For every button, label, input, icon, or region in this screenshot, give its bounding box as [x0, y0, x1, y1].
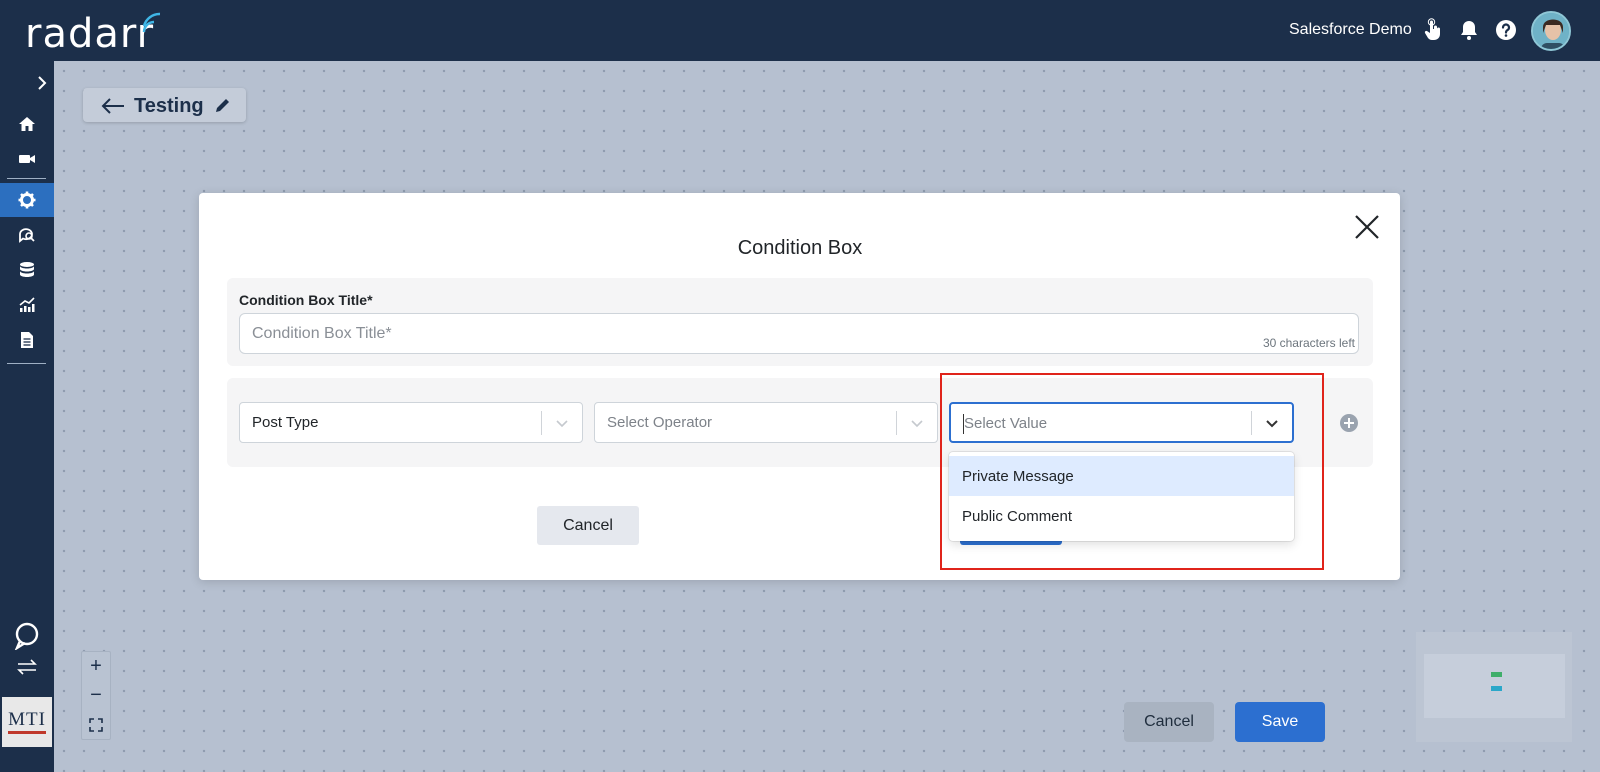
sidebar-item-home[interactable] — [0, 107, 54, 141]
help-icon[interactable] — [1494, 18, 1518, 42]
user-portrait-icon — [1533, 13, 1569, 49]
chars-left-counter: 30 characters left — [1262, 336, 1355, 350]
back-arrow-icon[interactable] — [100, 96, 126, 116]
video-icon — [19, 155, 35, 163]
bell-icon[interactable] — [1457, 18, 1481, 42]
add-condition-icon[interactable] — [1339, 413, 1359, 433]
modal-cancel-button[interactable]: Cancel — [537, 506, 639, 545]
switch-arrows-icon[interactable] — [15, 657, 39, 677]
signal-waves-icon — [142, 12, 161, 33]
sidebar-divider — [7, 178, 46, 179]
field-select[interactable]: Post Type — [239, 402, 583, 443]
sidebar-item-analytics[interactable] — [0, 288, 54, 322]
sidebar-divider — [7, 363, 46, 364]
mti-logo-text: MTI — [8, 709, 46, 730]
fit-view-button[interactable] — [82, 710, 110, 739]
gear-icon — [18, 191, 36, 209]
sidebar-item-video[interactable] — [0, 142, 54, 176]
chat-support-icon[interactable] — [13, 622, 41, 650]
search-chat-icon — [19, 228, 35, 243]
sidebar: MTI — [0, 61, 54, 772]
sidebar-item-social-listening[interactable] — [0, 218, 54, 252]
chevron-down-icon — [556, 420, 568, 428]
mti-logo: MTI — [2, 697, 52, 747]
database-icon — [20, 262, 34, 277]
sidebar-item-reports[interactable] — [0, 323, 54, 357]
flow-save-button[interactable]: Save — [1235, 702, 1325, 742]
flow-cancel-button[interactable]: Cancel — [1124, 702, 1214, 742]
sidebar-item-settings[interactable] — [0, 183, 54, 217]
field-select-value: Post Type — [252, 414, 319, 431]
user-avatar[interactable] — [1531, 11, 1571, 51]
flow-title: Testing — [134, 95, 204, 117]
annotation-highlight-box — [940, 373, 1324, 570]
chevron-right-icon[interactable] — [36, 75, 48, 91]
document-icon — [21, 332, 33, 348]
select-separator — [896, 411, 897, 435]
condition-title-label: Condition Box Title* — [239, 292, 373, 308]
minimap-node — [1491, 672, 1502, 677]
select-separator — [541, 411, 542, 435]
sidebar-item-data[interactable] — [0, 253, 54, 287]
top-bar: radarr Salesforce Demo — [0, 0, 1600, 61]
home-icon — [19, 117, 35, 131]
zoom-controls: + − — [81, 651, 111, 740]
mti-logo-bar — [8, 731, 46, 734]
operator-select[interactable]: Select Operator — [594, 402, 938, 443]
close-icon[interactable] — [1354, 214, 1380, 240]
chevron-down-icon — [911, 420, 923, 428]
fullscreen-icon — [89, 717, 103, 732]
zoom-out-button[interactable]: − — [82, 681, 110, 710]
touch-gesture-icon[interactable] — [1420, 18, 1444, 42]
zoom-in-button[interactable]: + — [82, 652, 110, 681]
analytics-icon — [19, 297, 35, 312]
operator-select-placeholder: Select Operator — [607, 414, 713, 431]
org-name[interactable]: Salesforce Demo — [1289, 21, 1412, 39]
radarr-logo[interactable]: radarr — [25, 12, 154, 56]
minimap-node — [1491, 686, 1502, 691]
pencil-icon[interactable] — [214, 96, 232, 114]
modal-title: Condition Box — [737, 237, 863, 259]
